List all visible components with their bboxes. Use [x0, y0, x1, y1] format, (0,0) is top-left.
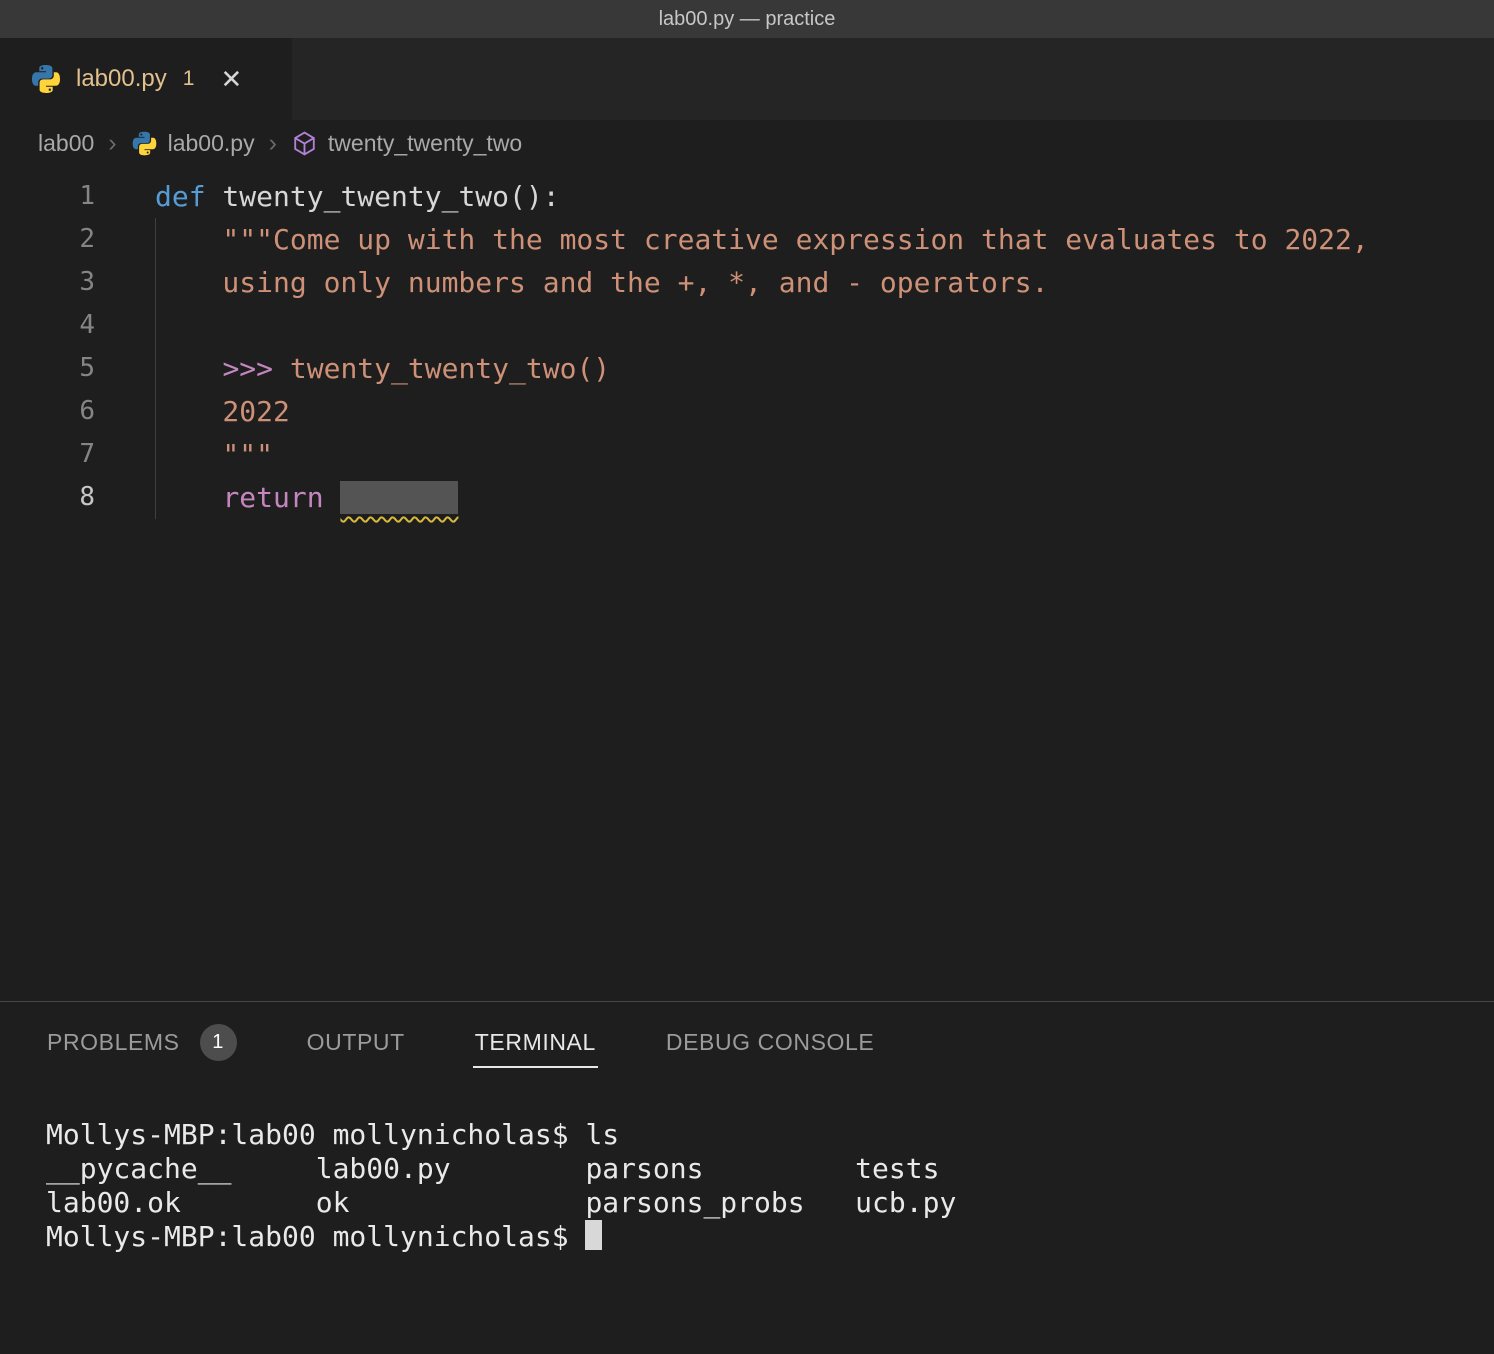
code-line[interactable]: 2 """Come up with the most creative expr…: [0, 218, 1494, 261]
terminal-line: Mollys-MBP:lab00 mollynicholas$: [46, 1220, 1494, 1254]
editor-tab-bar: lab00.py 1 ✕: [0, 38, 1494, 120]
code-line[interactable]: 5 >>> twenty_twenty_two(): [0, 347, 1494, 390]
code-text: """: [95, 433, 273, 476]
code-editor[interactable]: 1def twenty_twenty_two():2 """Come up wi…: [0, 166, 1494, 1001]
symbol-cube-icon: [291, 130, 318, 157]
breadcrumb-folder[interactable]: lab00: [38, 130, 94, 157]
breadcrumb-file[interactable]: lab00.py: [131, 130, 255, 157]
selection-with-warning-squiggle: [340, 481, 458, 514]
code-line[interactable]: 4: [0, 304, 1494, 347]
tab-terminal-label: TERMINAL: [475, 1029, 596, 1056]
close-icon[interactable]: ✕: [220, 66, 242, 92]
tab-lab00-py[interactable]: lab00.py 1 ✕: [0, 38, 292, 120]
python-icon: [131, 130, 158, 157]
code-text: return: [95, 476, 458, 519]
tab-filename: lab00.py: [76, 65, 167, 93]
line-number: 8: [0, 476, 95, 519]
code-text: [95, 304, 155, 347]
tab-output[interactable]: OUTPUT: [305, 1011, 407, 1074]
tab-debug-console[interactable]: DEBUG CONSOLE: [664, 1011, 876, 1074]
terminal-cursor: [585, 1220, 602, 1250]
terminal-output: Mollys-MBP:lab00 mollynicholas$ ls__pyca…: [46, 1118, 1494, 1254]
breadcrumb-folder-label: lab00: [38, 130, 94, 157]
breadcrumb: lab00 › lab00.py › twenty_twenty_two: [0, 120, 1494, 166]
tab-debug-console-label: DEBUG CONSOLE: [666, 1029, 874, 1056]
tab-problems[interactable]: PROBLEMS 1: [45, 1006, 239, 1079]
line-number: 3: [0, 261, 95, 304]
panel-tab-bar: PROBLEMS 1 OUTPUT TERMINAL DEBUG CONSOLE: [0, 1002, 1494, 1082]
editor-lines: 1def twenty_twenty_two():2 """Come up wi…: [0, 175, 1494, 519]
code-line[interactable]: 7 """: [0, 433, 1494, 476]
window-titlebar: lab00.py — practice: [0, 0, 1494, 38]
line-number: 7: [0, 433, 95, 476]
code-line[interactable]: 1def twenty_twenty_two():: [0, 175, 1494, 218]
breadcrumb-file-label: lab00.py: [168, 130, 255, 157]
code-text: def twenty_twenty_two():: [95, 175, 560, 218]
code-text: >>> twenty_twenty_two(): [95, 347, 610, 390]
code-text: 2022: [95, 390, 290, 433]
problems-count-badge: 1: [200, 1024, 237, 1061]
code-text: """Come up with the most creative expres…: [95, 218, 1369, 261]
code-line[interactable]: 8 return: [0, 476, 1494, 519]
code-line[interactable]: 6 2022: [0, 390, 1494, 433]
code-text: using only numbers and the +, *, and - o…: [95, 261, 1048, 304]
bottom-panel: PROBLEMS 1 OUTPUT TERMINAL DEBUG CONSOLE…: [0, 1001, 1494, 1354]
tab-terminal[interactable]: TERMINAL: [473, 1011, 598, 1074]
python-icon: [30, 63, 62, 95]
chevron-right-icon: ›: [267, 129, 279, 158]
terminal-line: __pycache__ lab00.py parsons tests: [46, 1152, 1494, 1186]
line-number: 4: [0, 304, 95, 347]
line-number: 5: [0, 347, 95, 390]
breadcrumb-symbol-label: twenty_twenty_two: [328, 130, 522, 157]
terminal-line: Mollys-MBP:lab00 mollynicholas$ ls: [46, 1118, 1494, 1152]
chevron-right-icon: ›: [106, 129, 118, 158]
line-number: 2: [0, 218, 95, 261]
terminal-line: lab00.ok ok parsons_probs ucb.py: [46, 1186, 1494, 1220]
line-number: 6: [0, 390, 95, 433]
code-line[interactable]: 3 using only numbers and the +, *, and -…: [0, 261, 1494, 304]
tab-output-label: OUTPUT: [307, 1029, 405, 1056]
window-title: lab00.py — practice: [659, 8, 836, 31]
tab-problems-label: PROBLEMS: [47, 1029, 180, 1056]
breadcrumb-symbol[interactable]: twenty_twenty_two: [291, 130, 522, 157]
tab-problem-count: 1: [183, 67, 195, 91]
line-number: 1: [0, 175, 95, 218]
terminal[interactable]: Mollys-MBP:lab00 mollynicholas$ ls__pyca…: [0, 1082, 1494, 1354]
